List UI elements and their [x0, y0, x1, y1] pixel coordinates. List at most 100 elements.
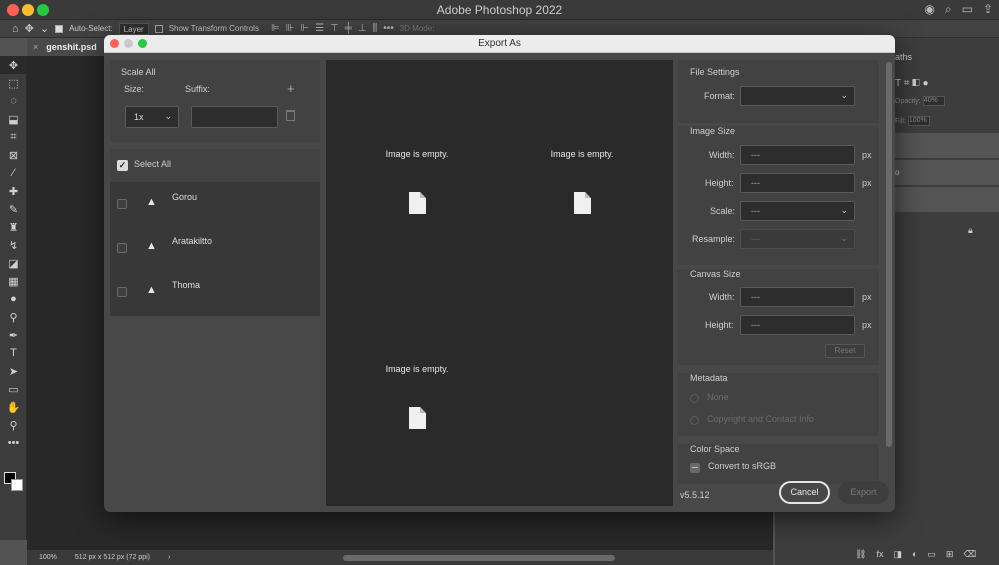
suffix-input[interactable] [191, 106, 278, 128]
layer-row[interactable] [895, 133, 999, 159]
history-brush-tool-icon[interactable]: ↯ [0, 236, 27, 254]
size-value: 1x [134, 112, 144, 122]
opacity-field[interactable]: 40% [922, 96, 945, 106]
eraser-tool-icon[interactable]: ◪ [0, 254, 27, 272]
healing-brush-tool-icon[interactable]: ✚ [0, 182, 27, 200]
trash-icon[interactable] [286, 110, 295, 121]
zoom-level[interactable]: 100% [39, 554, 57, 561]
chevron-right-icon[interactable]: › [168, 554, 170, 561]
stamp-tool-icon[interactable]: ♜ [0, 218, 27, 236]
move-tool-icon[interactable]: ✥ [25, 22, 34, 35]
pen-tool-icon[interactable]: ✒ [0, 326, 27, 344]
share-icon[interactable]: ⇪ [983, 2, 993, 17]
more-tools-icon[interactable]: ••• [0, 434, 27, 452]
settings-scrollbar[interactable] [886, 62, 892, 447]
eyedropper-tool-icon[interactable]: ⁄ [0, 164, 27, 182]
type-tool-icon[interactable]: T [0, 344, 27, 362]
distribute-icon[interactable]: ☰ [315, 23, 324, 34]
canvas-height-field[interactable]: --- [740, 315, 855, 335]
convert-srgb-checkbox[interactable] [690, 463, 700, 473]
horizontal-scrollbar[interactable] [343, 555, 615, 561]
fill-field[interactable]: 100% [907, 116, 930, 126]
document-tab[interactable]: × genshit.psd [27, 38, 107, 56]
align-right-icon[interactable]: ⊩ [300, 23, 309, 34]
distribute-vertical-icon[interactable]: ⫼ [373, 23, 378, 34]
more-options-icon[interactable]: ••• [383, 23, 394, 34]
group-icon[interactable]: ▭ [927, 549, 936, 560]
chevron-down-icon: ⌄ [840, 205, 848, 215]
layer-row[interactable] [895, 187, 999, 213]
cancel-button[interactable]: Cancel [779, 481, 830, 504]
unit-label: px [862, 292, 872, 302]
lasso-tool-icon[interactable]: ◌ [0, 92, 27, 110]
zoom-tool-icon[interactable]: ⚲ [0, 416, 27, 434]
export-preview: Image is empty. Image is empty. Image is… [326, 60, 673, 506]
image-height-field[interactable]: --- [740, 173, 855, 193]
align-bottom-icon[interactable]: ⊥ [358, 23, 367, 34]
path-select-tool-icon[interactable]: ➤ [0, 362, 27, 380]
app-title: Adobe Photoshop 2022 [436, 3, 563, 17]
auto-select-dropdown[interactable]: Layer [118, 22, 149, 35]
blur-tool-icon[interactable]: ● [0, 290, 27, 308]
align-middle-icon[interactable]: ╪ [345, 23, 352, 34]
auto-select-checkbox[interactable] [55, 24, 64, 33]
chevron-down-icon[interactable]: ⌄ [40, 22, 49, 35]
export-button[interactable]: Export [838, 481, 889, 504]
image-scale-dropdown[interactable]: --- ⌄ [740, 201, 855, 221]
brush-tool-icon[interactable]: ✎ [0, 200, 27, 218]
layer-checkbox[interactable] [117, 287, 127, 297]
mask-icon[interactable]: ◨ [893, 549, 902, 560]
metadata-copyright-radio[interactable] [690, 416, 699, 425]
paths-tab[interactable]: aths [895, 52, 912, 62]
layer-filter-icons[interactable]: T ⌗ ◧ ● [895, 78, 929, 89]
align-center-icon[interactable]: ⊪ [286, 23, 295, 34]
home-icon[interactable]: ⌂ [12, 23, 19, 35]
hand-tool-icon[interactable]: ✋ [0, 398, 27, 416]
export-as-dialog: Export As Scale All Size: Suffix: + 1x ⌄… [104, 35, 895, 512]
user-icon[interactable]: ◉ [924, 2, 934, 17]
resample-dropdown[interactable]: --- ⌄ [740, 229, 855, 249]
delete-layer-icon[interactable]: ⌫ [963, 549, 976, 560]
canvas-width-field[interactable]: --- [740, 287, 855, 307]
add-scale-icon[interactable]: + [287, 81, 295, 96]
opacity-label: Opacity: [895, 97, 921, 105]
fill-value: 100% [908, 117, 927, 124]
layer-checkbox[interactable] [117, 243, 127, 253]
chevron-down-icon: ⌄ [840, 233, 848, 243]
format-dropdown[interactable]: ⌄ [740, 86, 855, 106]
list-item[interactable]: ▲ Thoma [110, 270, 320, 314]
size-dropdown[interactable]: 1x ⌄ [125, 106, 179, 128]
select-all-checkbox[interactable]: ✓ [117, 160, 128, 171]
crop-tool-icon[interactable]: ⌗ [0, 128, 27, 146]
move-tool-icon[interactable]: ✥ [0, 56, 27, 74]
layer-row[interactable]: o [895, 160, 999, 186]
select-all-row[interactable]: ✓ Select All [110, 149, 320, 182]
gradient-tool-icon[interactable]: ▦ [0, 272, 27, 290]
search-icon[interactable]: ⌕ [945, 2, 952, 17]
link-icon[interactable]: ⛓ [855, 549, 866, 560]
object-select-tool-icon[interactable]: ⬓ [0, 110, 27, 128]
color-space-section: Color Space Convert to sRGB [678, 444, 879, 484]
adjustment-icon[interactable]: ◐ [912, 549, 917, 560]
metadata-none-radio[interactable] [690, 394, 699, 403]
frame-tool-icon[interactable]: ⊠ [0, 146, 27, 164]
rectangle-tool-icon[interactable]: ▭ [0, 380, 27, 398]
background-color-swatch[interactable] [11, 479, 23, 491]
transform-controls-checkbox[interactable] [154, 24, 163, 33]
close-tab-icon[interactable]: × [33, 42, 38, 52]
workspace-icon[interactable]: ▭ [962, 2, 973, 17]
new-layer-icon[interactable]: ⊞ [946, 549, 954, 560]
marquee-tool-icon[interactable]: ⬚ [0, 74, 27, 92]
reset-button[interactable]: Reset [825, 344, 865, 358]
align-left-icon[interactable]: ⊫ [271, 23, 280, 34]
fx-icon[interactable]: fx [876, 549, 883, 560]
dodge-tool-icon[interactable]: ⚲ [0, 308, 27, 326]
list-item[interactable]: ▲ Aratakiltto [110, 226, 320, 270]
metadata-none-label: None [707, 392, 729, 402]
list-item[interactable]: ▲ Gorou [110, 182, 320, 226]
3d-mode-label: 3D Mode: [399, 24, 435, 33]
layer-checkbox[interactable] [117, 199, 127, 209]
image-width-field[interactable]: --- [740, 145, 855, 165]
warning-icon: ▲ [146, 240, 157, 252]
align-top-icon[interactable]: ⊤ [330, 23, 339, 34]
